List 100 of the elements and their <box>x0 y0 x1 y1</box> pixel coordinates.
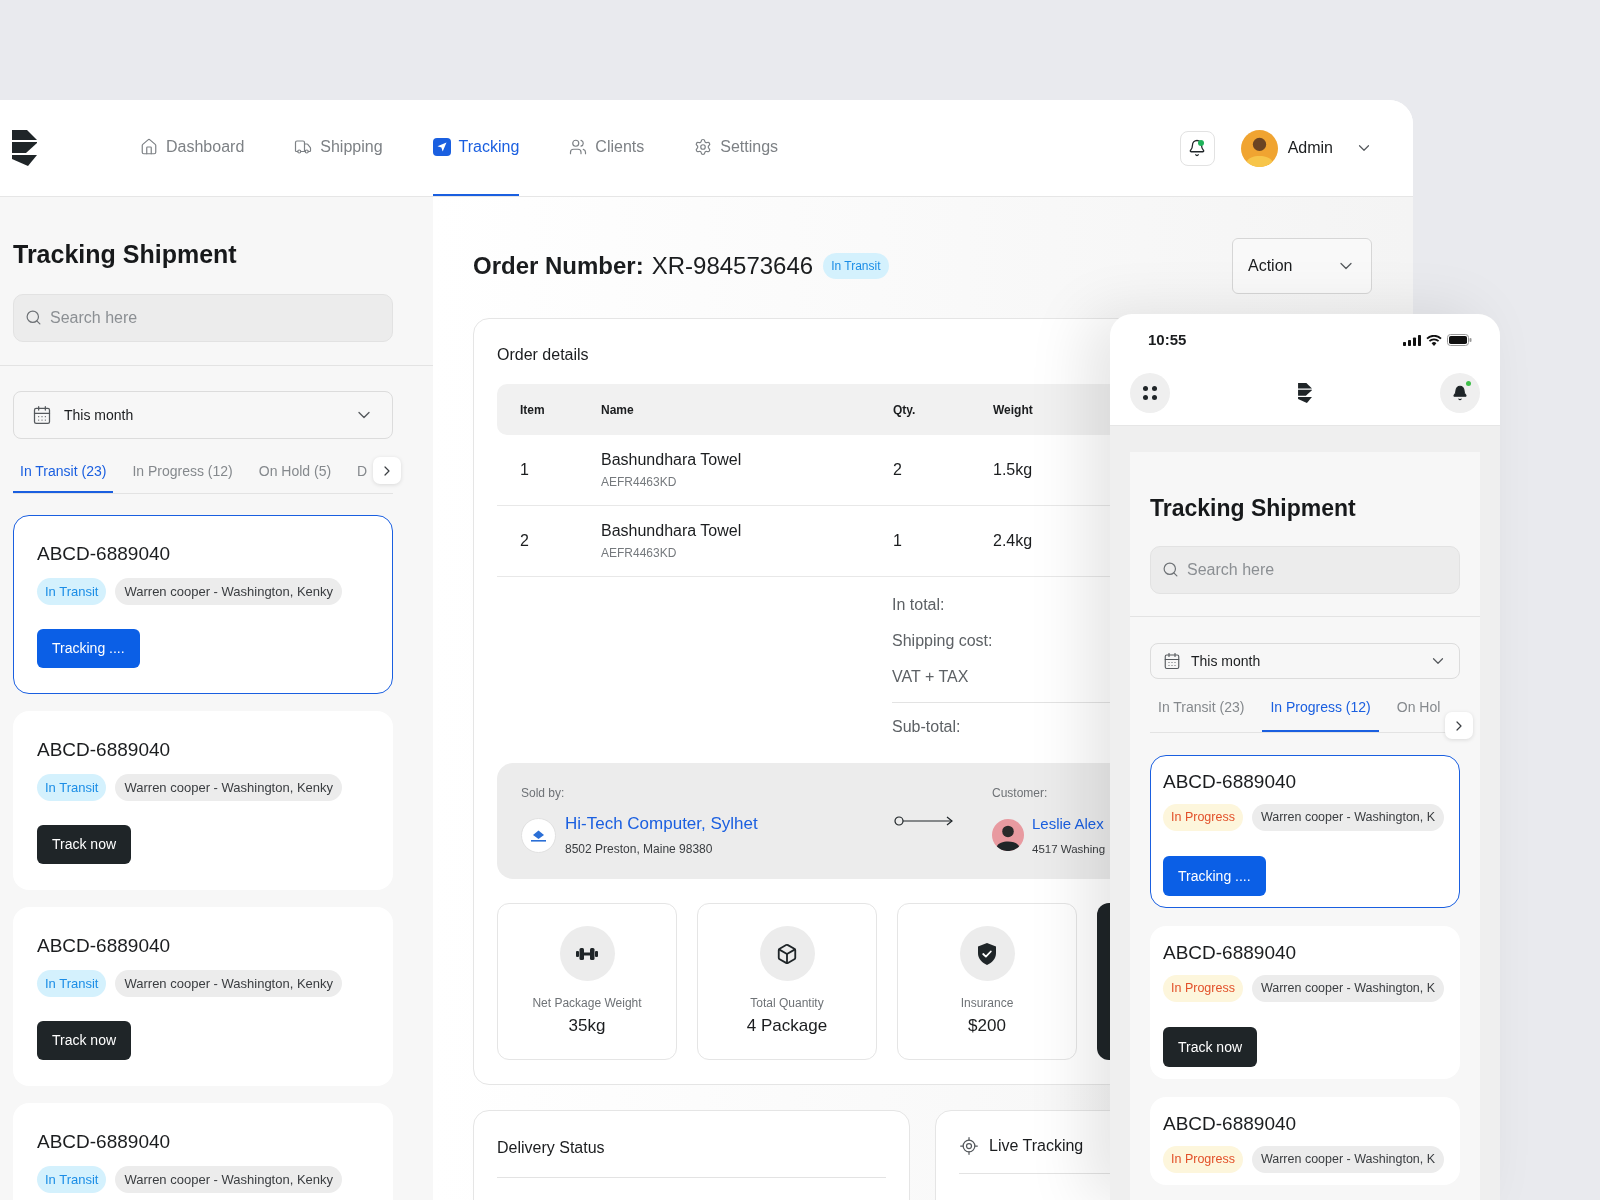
filter-tab[interactable]: In Transit (23) <box>13 451 114 493</box>
table-cell-text: 1 <box>520 460 529 480</box>
panel-title: Tracking Shipment <box>1150 494 1356 522</box>
nav-tab[interactable]: Settings <box>694 100 779 196</box>
bell-icon <box>1452 385 1468 401</box>
product-sku: AEFR4463KD <box>601 544 677 562</box>
nav-tab[interactable]: Shipping <box>294 100 383 196</box>
seller-name-link[interactable]: Hi-Tech Computer, Sylhet <box>565 813 758 835</box>
tracking-button[interactable]: Tracking .... <box>37 629 140 668</box>
status-badge: In Progress <box>1163 975 1243 1002</box>
route-tag: Warren cooper - Washington, K <box>1251 1146 1445 1173</box>
calendar-icon <box>1163 652 1181 670</box>
shipment-card[interactable]: ABCD-6889040 In Transit Warren cooper - Washington, Kenky <box>13 1103 393 1200</box>
customer-address: 4517 Washing <box>1032 842 1106 857</box>
shipment-card[interactable]: ABCD-6889040 In Transit Warren cooper - Washington, Kenky Track now <box>13 711 393 890</box>
shipment-code: ABCD-6889040 <box>1163 771 1297 793</box>
home-icon <box>140 138 158 156</box>
summary-label: Shipping cost: <box>892 631 993 651</box>
route-tag: Warren cooper - Washington, Kenky <box>115 578 343 605</box>
summary-label: In total: <box>892 595 945 615</box>
route-arrow-icon <box>894 816 953 826</box>
status-badge: In Progress <box>1163 804 1243 831</box>
action-dropdown[interactable]: Action <box>1232 238 1372 294</box>
customer-name-link[interactable]: Leslie Alex <box>1032 813 1104 835</box>
field-label: Customer: <box>992 785 1048 801</box>
shipment-code: ABCD-6889040 <box>37 739 171 761</box>
signal-icon <box>1403 334 1421 346</box>
tracking-button[interactable]: Tracking .... <box>1163 856 1266 896</box>
period-dropdown[interactable]: This month <box>13 391 393 439</box>
status-badge: In Transit <box>823 253 889 279</box>
product-name: Bashundhara Towel <box>601 449 742 470</box>
stat-value: $200 <box>968 1015 1006 1037</box>
shipment-code: ABCD-6889040 <box>37 935 171 957</box>
filter-tab[interactable]: In Progress (12) <box>125 451 240 493</box>
shipment-card[interactable]: ABCD-6889040 In Progress Warren cooper - Washington, K <box>1150 1097 1460 1185</box>
route-tag: Warren cooper - Washington, Kenky <box>115 970 343 997</box>
status-time: 10:55 <box>1148 329 1187 350</box>
shipment-code: ABCD-6889040 <box>37 1131 171 1153</box>
filter-tab[interactable]: D <box>350 451 375 493</box>
truck-icon <box>294 138 313 156</box>
calendar-icon <box>32 405 52 425</box>
table-cell-text: 2 <box>520 531 529 551</box>
battery-icon <box>1447 334 1472 346</box>
notifications-button[interactable] <box>1179 130 1215 166</box>
grid-dots-icon <box>1142 385 1158 401</box>
settings-icon <box>694 138 713 156</box>
card-title: Live Tracking <box>989 1136 1084 1156</box>
track-now-button[interactable]: Track now <box>37 1021 132 1060</box>
shipment-code: ABCD-6889040 <box>1163 942 1297 964</box>
shipment-card[interactable]: ABCD-6889040 In Transit Warren cooper - Washington, Kenky Track now <box>13 907 393 1086</box>
column-header: Name <box>601 401 634 419</box>
notifications-button[interactable] <box>1440 373 1480 413</box>
summary-label: Sub-total: <box>892 717 961 737</box>
nav-tab[interactable]: Clients <box>569 100 645 196</box>
route-tag: Warren cooper - Washington, K <box>1251 804 1445 831</box>
stat-label: Total Quantity <box>750 995 824 1011</box>
stat-value: 4 Package <box>746 1015 828 1037</box>
card-title: Delivery Status <box>497 1139 605 1156</box>
seller-address: 8502 Preston, Maine 98380 <box>565 841 713 857</box>
status-badge: In Transit <box>37 774 107 801</box>
customer-avatar <box>992 819 1024 851</box>
user-avatar <box>1240 129 1278 167</box>
column-header: Item <box>520 401 545 419</box>
logo-icon <box>1298 383 1312 403</box>
shipment-card[interactable]: ABCD-6889040 In Transit Warren cooper - Washington, Kenky Tracking .... <box>13 515 393 694</box>
filter-tab[interactable]: On Hol <box>1388 685 1449 732</box>
shipment-code: ABCD-6889040 <box>1163 1113 1297 1135</box>
logo-icon <box>12 130 37 166</box>
column-header: Weight <box>993 401 1033 419</box>
track-now-button[interactable]: Track now <box>1163 1027 1258 1067</box>
search-icon <box>1162 561 1179 578</box>
stat-label: Net Package Weight <box>532 995 642 1011</box>
user-name: Admin <box>1287 138 1333 158</box>
filter-tab[interactable]: On Hold (5) <box>251 451 339 493</box>
status-badge: In Progress <box>1163 1146 1243 1173</box>
period-dropdown[interactable]: This month <box>1150 643 1460 679</box>
track-now-button[interactable]: Track now <box>37 825 132 864</box>
nav-tab[interactable]: Dashboard <box>140 100 245 196</box>
table-cell-text: 2.4kg <box>993 531 1033 551</box>
route-tag: Warren cooper - Washington, K <box>1251 975 1445 1002</box>
route-tag: Warren cooper - Washington, Kenky <box>115 1166 343 1193</box>
filter-tab[interactable]: In Progress (12) <box>1262 685 1379 732</box>
field-label: Sold by: <box>521 785 565 801</box>
status-badge: In Transit <box>37 1166 107 1193</box>
table-cell-text: 2 <box>893 460 902 480</box>
menu-button[interactable] <box>1130 373 1170 413</box>
seller-logo-icon <box>521 817 556 853</box>
search-icon <box>25 309 42 326</box>
search-field[interactable]: Search here <box>13 294 393 342</box>
shipment-card[interactable]: ABCD-6889040 In Progress Warren cooper - Washington, K Track now <box>1150 926 1460 1079</box>
card-title: Order details <box>497 345 589 365</box>
column-header: Qty. <box>893 401 916 419</box>
order-number-label: Order Number: <box>473 251 644 281</box>
status-badge: In Transit <box>37 970 107 997</box>
shipment-card[interactable]: ABCD-6889040 In Progress Warren cooper - Washington, K Tracking .... <box>1150 755 1460 908</box>
search-field[interactable]: Search here <box>1150 546 1460 594</box>
stat-value: 35kg <box>568 1015 606 1037</box>
crosshair-icon <box>959 1136 979 1156</box>
filter-tab[interactable]: In Transit (23) <box>1150 685 1253 732</box>
status-badge: In Transit <box>37 578 107 605</box>
